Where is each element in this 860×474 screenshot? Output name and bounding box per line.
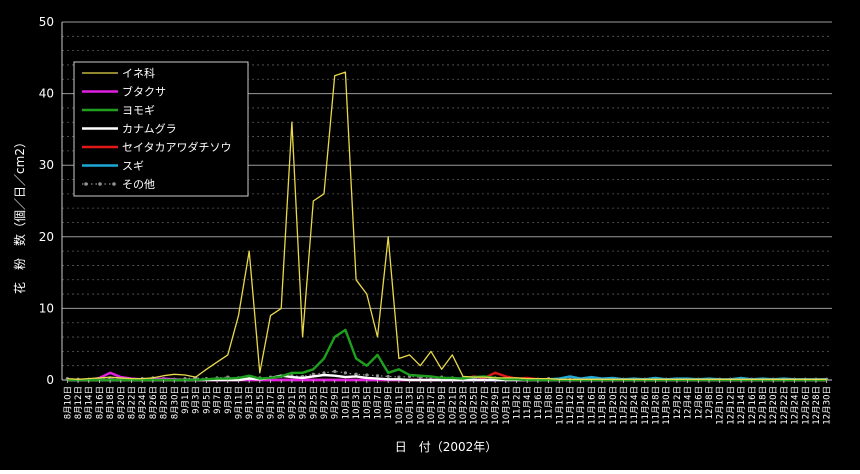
x-tick-label: 9月15日 xyxy=(256,386,266,419)
x-tick-label: 8月26日 xyxy=(149,386,159,419)
legend-label: ヨモギ xyxy=(122,104,155,117)
x-tick-label: 11月6日 xyxy=(534,386,544,419)
x-tick-label: 10月25日 xyxy=(470,386,480,425)
x-tick-label: 9月3日 xyxy=(192,386,202,414)
pollen-line-chart: 8月10日 8月12日 8月14日 8月16日 8月18日 8月20日 8月22日 8月24日… xyxy=(0,0,860,470)
x-tick-label: 10月1日 xyxy=(341,386,351,419)
x-tick-labels: 8月10日 8月12日 8月14日 8月16日 8月18日 8月20日 8月22日 8月24日… xyxy=(63,380,833,425)
x-tick-label: 10月23日 xyxy=(459,386,469,425)
x-tick-label: 10月19日 xyxy=(438,386,448,425)
y-tick-label: 10 xyxy=(39,301,54,315)
x-tick-label: 12月16日 xyxy=(748,386,758,425)
x-tick-label: 8月16日 xyxy=(95,386,105,419)
x-tick-label: 11月20日 xyxy=(609,386,619,425)
series-point-6 xyxy=(365,373,369,377)
x-tick-label: 8月20日 xyxy=(117,386,127,419)
x-tick-label: 9月9日 xyxy=(224,386,234,414)
x-tick-label: 11月24日 xyxy=(630,386,640,425)
x-tick-label: 8月12日 xyxy=(74,386,84,419)
legend-label: その他 xyxy=(122,178,155,191)
x-tick-label: 8月10日 xyxy=(63,386,73,419)
legend-label: セイタカアワダチソウ xyxy=(122,140,232,154)
x-tick-label: 9月13日 xyxy=(245,386,255,419)
x-tick-label: 12月20日 xyxy=(769,386,779,425)
y-tick-label: 20 xyxy=(39,230,54,244)
x-tick-label: 12月2日 xyxy=(673,386,683,419)
x-tick-label: 11月10日 xyxy=(555,386,565,425)
x-tick-label: 8月28日 xyxy=(160,386,170,419)
x-tick-label: 10月5日 xyxy=(363,386,373,419)
legend-label: スギ xyxy=(122,160,144,173)
legend-swatch-point xyxy=(98,182,102,186)
series-point-6 xyxy=(386,374,390,379)
x-tick-label: 10月9日 xyxy=(384,386,394,419)
x-tick-label: 11月30日 xyxy=(662,386,672,425)
x-tick-label: 9月11日 xyxy=(234,386,244,419)
series-point-6 xyxy=(375,374,380,378)
x-tick-label: 8月18日 xyxy=(106,386,116,419)
series-point-6 xyxy=(343,371,348,375)
x-tick-label: 11月14日 xyxy=(577,386,587,425)
legend-swatch-point xyxy=(84,182,88,186)
x-tick-label: 12月28日 xyxy=(812,386,822,425)
x-tick-label: 11月28日 xyxy=(652,386,662,425)
x-tick-label: 10月31日 xyxy=(502,386,512,425)
x-tick-label: 12月4日 xyxy=(684,386,694,419)
x-tick-label: 10月17日 xyxy=(427,386,437,425)
x-tick-label: 12月8日 xyxy=(705,386,715,419)
legend-swatch-point xyxy=(112,182,116,186)
legend-label: ブタクサ xyxy=(122,85,166,99)
x-tick-label: 12月22日 xyxy=(780,386,790,425)
x-tick-label: 12月6日 xyxy=(694,386,704,419)
x-tick-label: 9月23日 xyxy=(299,386,309,419)
x-tick-label: 9月29日 xyxy=(331,386,341,419)
x-tick-label: 8月14日 xyxy=(85,386,95,419)
x-axis-label: 日 付（2002年） xyxy=(395,440,498,454)
y-tick-label: 0 xyxy=(46,373,54,387)
x-tick-label: 12月26日 xyxy=(801,386,811,425)
x-tick-label: 9月7日 xyxy=(213,386,223,414)
x-tick-label: 12月24日 xyxy=(791,386,801,425)
x-tick-label: 12月18日 xyxy=(758,386,768,425)
x-tick-label: 11月22日 xyxy=(619,386,629,425)
x-tick-label: 9月5日 xyxy=(202,386,212,414)
legend: イネ科ブタクサヨモギカナムグラセイタカアワダチソウスギその他 xyxy=(73,61,249,197)
x-tick-label: 11月2日 xyxy=(513,386,523,419)
x-tick-label: 9月1日 xyxy=(181,386,191,414)
x-tick-label: 9月19日 xyxy=(277,386,287,419)
x-tick-label: 9月17日 xyxy=(267,386,277,419)
legend-label: イネ科 xyxy=(122,66,155,80)
x-tick-label: 10月29日 xyxy=(491,386,501,425)
y-tick-label: 30 xyxy=(39,158,54,172)
x-tick-label: 12月12日 xyxy=(726,386,736,425)
x-tick-label: 10月15日 xyxy=(416,386,426,425)
x-tick-label: 10月27日 xyxy=(480,386,490,425)
x-tick-label: 8月24日 xyxy=(138,386,148,419)
y-tick-label: 50 xyxy=(39,15,54,29)
x-tick-label: 10月21日 xyxy=(448,386,458,425)
y-axis-label: 花 粉 数（個／日／cm2） xyxy=(12,136,27,294)
x-tick-label: 11月16日 xyxy=(587,386,597,425)
x-tick-label: 8月22日 xyxy=(128,386,138,419)
y-tick-label: 40 xyxy=(39,87,54,101)
x-tick-label: 9月27日 xyxy=(320,386,330,419)
x-tick-label: 11月26日 xyxy=(641,386,651,425)
x-tick-label: 11月4日 xyxy=(523,386,533,419)
x-tick-label: 10月13日 xyxy=(406,386,416,425)
x-tick-label: 10月7日 xyxy=(373,386,383,419)
chart-root: 8月10日 8月12日 8月14日 8月16日 8月18日 8月20日 8月22日 8月24日… xyxy=(0,0,860,470)
x-tick-label: 12月30日 xyxy=(823,386,833,425)
x-tick-label: 10月3日 xyxy=(352,386,362,419)
x-tick-label: 10月11日 xyxy=(395,386,405,425)
series-point-6 xyxy=(333,369,337,374)
legend-label: カナムグラ xyxy=(122,122,177,136)
x-tick-label: 9月21日 xyxy=(288,386,298,419)
x-tick-label: 12月10日 xyxy=(716,386,726,425)
x-tick-label: 8月30日 xyxy=(170,386,180,419)
x-tick-label: 11月8日 xyxy=(545,386,555,419)
x-tick-label: 11月18日 xyxy=(598,386,608,425)
x-tick-label: 12月14日 xyxy=(737,386,747,425)
x-tick-label: 11月12日 xyxy=(566,386,576,425)
x-tick-label: 9月25日 xyxy=(309,386,319,419)
